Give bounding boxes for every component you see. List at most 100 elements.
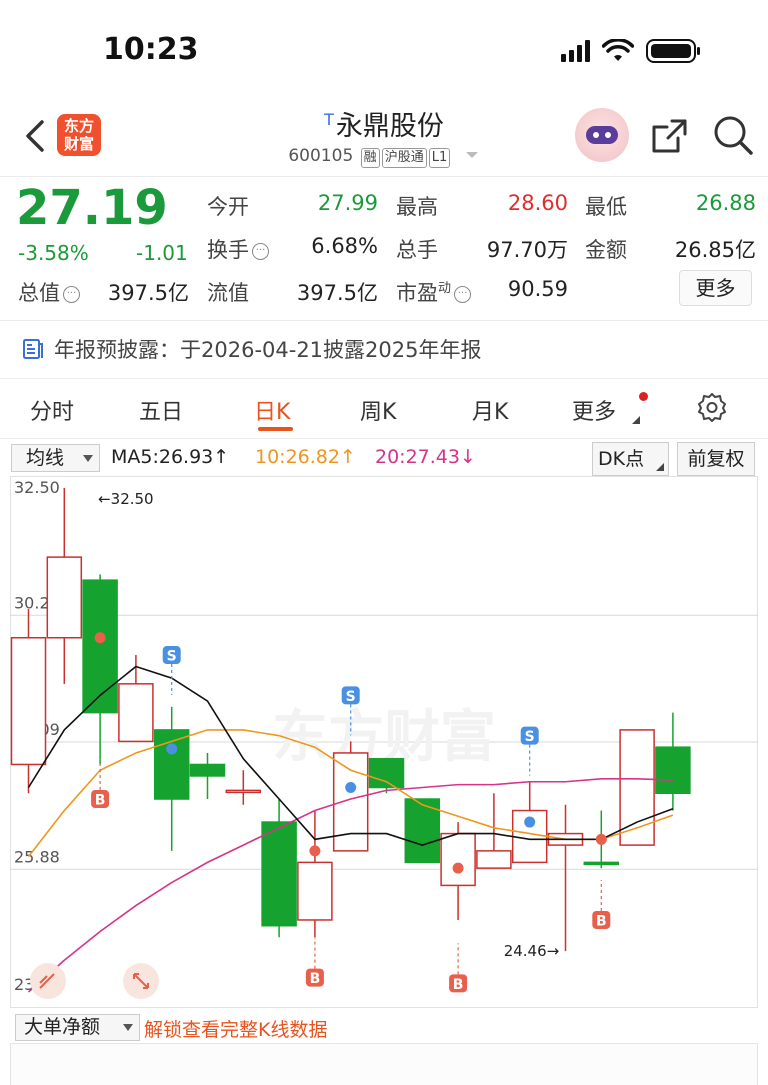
corner-triangle-icon: [656, 463, 664, 471]
settings-gear-icon[interactable]: [697, 392, 727, 422]
open-value: 27.99: [317, 191, 378, 215]
document-icon: [23, 339, 43, 359]
change-amount: -1.01: [136, 241, 188, 265]
float-cap-label: 流值: [207, 281, 249, 305]
forward-adjust-button[interactable]: 前复权: [677, 442, 755, 476]
battery-icon: [646, 39, 700, 63]
dropdown-triangle-icon: [123, 1024, 133, 1031]
unlock-kline-link[interactable]: 解锁查看完整K线数据: [144, 1015, 327, 1042]
more-button[interactable]: 更多: [679, 270, 752, 306]
signal-dot: [166, 743, 178, 755]
sub-indicator-select[interactable]: 大单净额: [15, 1014, 140, 1041]
divider: [0, 320, 768, 321]
status-icons: [561, 38, 702, 64]
price-annotation: 24.46→: [504, 942, 560, 960]
sell-marker-label: S: [346, 689, 356, 705]
total-cap-value: 397.5亿: [107, 281, 189, 305]
signal-dot: [309, 845, 321, 857]
share-icon[interactable]: [650, 116, 690, 156]
turnover-value: 6.68%: [311, 234, 378, 258]
search-icon[interactable]: [712, 114, 754, 156]
ma20-value: 20:27.43↓: [375, 446, 476, 468]
dk-point-button[interactable]: DK点: [592, 442, 669, 476]
notice-text: 年报预披露：于2026-04-21披露2025年年报: [54, 338, 482, 362]
chevron-down-icon: [465, 152, 478, 158]
tab-more[interactable]: 更多: [572, 394, 616, 426]
status-bar: 10:23: [0, 0, 768, 100]
tab-daily-k[interactable]: 日K: [254, 394, 290, 426]
turnover-label: 换手 ···: [207, 234, 269, 264]
tab-monthly-k[interactable]: 月K: [472, 394, 508, 426]
status-time: 10:23: [103, 32, 199, 67]
divider: [0, 378, 768, 379]
candle-body: [10, 637, 47, 766]
high-label: 最高: [396, 195, 438, 219]
amount-value: 26.85亿: [674, 238, 756, 262]
candle-body: [189, 763, 226, 777]
open-label: 今开: [207, 195, 249, 219]
candle-body: [261, 821, 297, 927]
info-icon[interactable]: ···: [252, 243, 269, 260]
tab-weekly-k[interactable]: 周K: [360, 394, 396, 426]
cellular-signal-icon: [561, 40, 590, 62]
period-tabs: 分时 五日 日K 周K 月K 更多: [0, 380, 768, 438]
pe-value: 90.59: [507, 277, 568, 301]
tag-level: L1: [428, 148, 451, 168]
signal-dot: [345, 782, 357, 794]
buy-marker-label: B: [310, 971, 321, 987]
ma5-value: MA5:26.93↑: [111, 446, 230, 468]
signal-dot: [524, 816, 536, 828]
tag-margin: 融: [360, 148, 380, 168]
sub-indicator-row: 大单净额 解锁查看完整K线数据: [0, 1012, 768, 1042]
buy-marker-label: B: [95, 793, 106, 809]
tab-intraday[interactable]: 分时: [30, 394, 74, 426]
stock-name: 永鼎股份: [335, 111, 444, 142]
robot-face-icon: [586, 126, 618, 144]
low-value: 26.88: [695, 191, 756, 215]
sell-marker-label: S: [167, 649, 177, 665]
corner-triangle-icon: [632, 416, 640, 424]
candle-body: [82, 579, 118, 714]
low-label: 最低: [585, 195, 627, 219]
stock-header: 东方财富 T永鼎股份 600105 融沪股通 L1: [0, 100, 768, 176]
t-mark: T: [324, 110, 334, 129]
candle-body: [655, 746, 691, 795]
candle-body: [440, 832, 476, 887]
info-icon[interactable]: ···: [63, 286, 80, 303]
signal-dot: [94, 632, 106, 644]
dropdown-triangle-icon: [83, 455, 93, 462]
kline-chart[interactable]: 32.5030.2928.0925.8823.68东方财富BSBSBSB←32.…: [10, 476, 758, 1008]
sub-indicator-panel: [10, 1043, 758, 1085]
wifi-icon: [602, 39, 634, 61]
candle-body: [476, 850, 512, 869]
kline-chart-svg: 32.5030.2928.0925.8823.68东方财富BSBSBSB←32.…: [10, 476, 758, 1008]
report-notice[interactable]: 年报预披露：于2026-04-21披露2025年年报: [0, 322, 768, 376]
candle-body: [583, 861, 620, 866]
active-tab-indicator: [258, 427, 293, 431]
y-tick-label: 32.50: [14, 478, 60, 497]
divider: [0, 176, 768, 177]
tab-five-day[interactable]: 五日: [139, 394, 183, 426]
divider: [0, 438, 768, 439]
y-tick-label: 25.88: [14, 847, 60, 866]
stock-code: 600105: [288, 146, 354, 166]
volume-value: 97.70万: [486, 238, 568, 262]
ma10-value: 10:26.82↑: [255, 446, 356, 468]
quote-panel: 27.19 -3.58% -1.01 今开 27.99 最高 28.60 最低 …: [0, 178, 768, 318]
notification-dot: [639, 392, 648, 401]
float-cap-value: 397.5亿: [296, 281, 378, 305]
candle-body: [368, 757, 405, 789]
candle-body: [297, 861, 333, 921]
indicator-select[interactable]: 均线: [11, 444, 100, 472]
assistant-avatar[interactable]: [575, 108, 629, 162]
amount-label: 金额: [585, 238, 627, 262]
buy-marker-label: B: [453, 977, 464, 993]
info-icon[interactable]: ···: [454, 286, 472, 303]
signal-dot: [452, 862, 464, 874]
buy-marker-label: B: [596, 913, 607, 929]
total-cap-label: 总值 ···: [18, 277, 80, 307]
pe-label: 市盈动 ···: [396, 277, 472, 307]
sell-marker-label: S: [525, 729, 535, 745]
current-price: 27.19: [16, 180, 168, 236]
candle-body: [225, 789, 262, 794]
